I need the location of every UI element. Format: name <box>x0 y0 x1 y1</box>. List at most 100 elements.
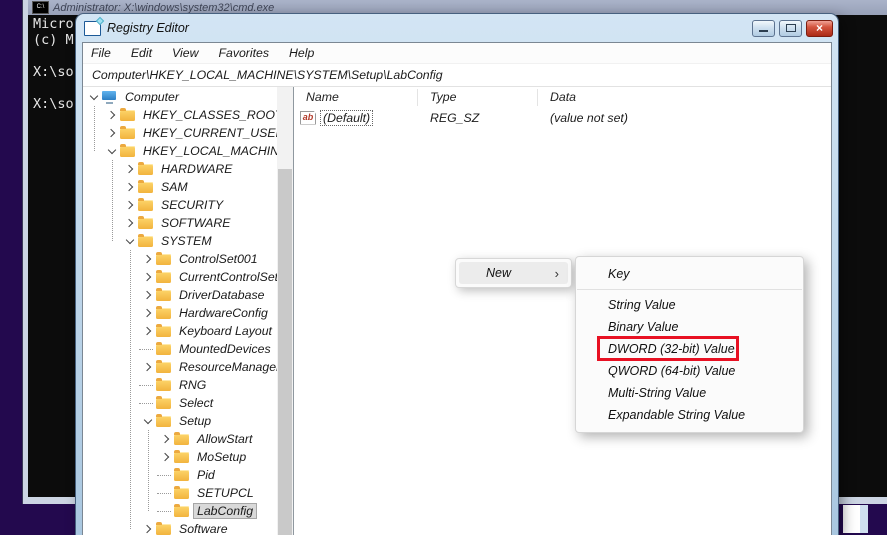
tree-item-Computer[interactable]: Computer <box>83 88 277 106</box>
tree-item-SOFTWARE[interactable]: SOFTWARE <box>83 214 277 232</box>
submenu-item-string-value[interactable]: String Value <box>576 294 803 316</box>
chevron-right-icon[interactable] <box>141 270 155 284</box>
cmd-terminal-icon: C:\ <box>32 1 49 14</box>
tree-item-HKEY_CLASSES_ROOT[interactable]: HKEY_CLASSES_ROOT <box>83 106 277 124</box>
value-data: (value not set) <box>538 111 628 125</box>
tree-item-Keyboard Layout[interactable]: Keyboard Layout <box>83 322 277 340</box>
chevron-down-icon[interactable] <box>87 90 101 104</box>
tree-item-SAM[interactable]: SAM <box>83 178 277 196</box>
address-bar[interactable]: Computer\HKEY_LOCAL_MACHINE\SYSTEM\Setup… <box>83 63 831 87</box>
chevron-right-icon[interactable] <box>141 288 155 302</box>
menu-file[interactable]: File <box>85 46 117 60</box>
menu-help[interactable]: Help <box>283 46 320 60</box>
tree-item-Setup[interactable]: Setup <box>83 412 277 430</box>
tree-item-HardwareConfig[interactable]: HardwareConfig <box>83 304 277 322</box>
tree-label: ResourceManager <box>176 360 277 374</box>
submenu-item-key[interactable]: Key <box>576 263 803 285</box>
chevron-right-icon[interactable] <box>105 126 119 140</box>
chevron-right-icon[interactable] <box>141 324 155 338</box>
tree-scrollbar[interactable] <box>277 87 293 535</box>
tree-connector <box>159 486 173 500</box>
tree-item-SECURITY[interactable]: SECURITY <box>83 196 277 214</box>
folder-icon <box>156 254 171 265</box>
submenu-item-qword-64-bit-value[interactable]: QWORD (64-bit) Value <box>576 360 803 382</box>
close-button[interactable]: × <box>806 20 833 37</box>
tree-label: SYSTEM <box>158 234 215 248</box>
folder-icon <box>174 506 189 517</box>
chevron-down-icon[interactable] <box>141 414 155 428</box>
folder-icon <box>156 326 171 337</box>
minimize-button[interactable] <box>752 20 775 37</box>
chevron-right-icon[interactable] <box>123 216 137 230</box>
tree-item-LabConfig[interactable]: LabConfig <box>83 502 277 520</box>
menu-view[interactable]: View <box>166 46 204 60</box>
submenu-item-multi-string-value[interactable]: Multi-String Value <box>576 382 803 404</box>
context-menu-item-new[interactable]: New › <box>459 262 568 284</box>
chevron-right-icon[interactable] <box>123 198 137 212</box>
tree-item-ControlSet001[interactable]: ControlSet001 <box>83 250 277 268</box>
folder-icon <box>156 362 171 373</box>
folder-icon <box>156 290 171 301</box>
submenu-item-expandable-string-value[interactable]: Expandable String Value <box>576 404 803 426</box>
tree-label: Keyboard Layout <box>176 324 275 338</box>
tree-label: Pid <box>194 468 218 482</box>
chevron-right-icon[interactable] <box>141 360 155 374</box>
column-header-type[interactable]: Type <box>418 89 538 106</box>
computer-icon <box>102 91 117 104</box>
tree-item-HKEY_LOCAL_MACHINE[interactable]: HKEY_LOCAL_MACHINE <box>83 142 277 160</box>
tree-label: Setup <box>176 414 214 428</box>
column-header-data[interactable]: Data <box>538 89 831 106</box>
folder-icon <box>156 416 171 427</box>
chevron-right-icon[interactable] <box>105 108 119 122</box>
registry-tree: ComputerHKEY_CLASSES_ROOT HKEY_CURRENT_US… <box>83 87 277 535</box>
tree-item-Select[interactable]: Select <box>83 394 277 412</box>
tree-label: Select <box>176 396 216 410</box>
tree-item-MountedDevices[interactable]: MountedDevices <box>83 340 277 358</box>
folder-icon <box>138 200 153 211</box>
tree-item-HKEY_CURRENT_USER[interactable]: HKEY_CURRENT_USER <box>83 124 277 142</box>
tree-item-Pid[interactable]: Pid <box>83 466 277 484</box>
registry-titlebar[interactable]: Registry Editor × <box>76 14 838 42</box>
folder-icon <box>156 380 171 391</box>
folder-icon <box>174 434 189 445</box>
chevron-right-icon[interactable] <box>123 162 137 176</box>
column-header-name[interactable]: Name <box>294 89 418 106</box>
cmd-titlebar[interactable]: C:\ Administrator: X:\windows\system32\c… <box>28 0 887 15</box>
folder-icon <box>156 398 171 409</box>
tree-item-MoSetup[interactable]: MoSetup <box>83 448 277 466</box>
tree-label: HKEY_CURRENT_USER <box>140 126 277 140</box>
folder-icon <box>156 308 171 319</box>
folder-icon <box>156 524 171 535</box>
terminal-output: Micro (c) M X:\so X:\so <box>33 16 74 112</box>
chevron-right-icon[interactable] <box>141 522 155 535</box>
submenu-item-binary-value[interactable]: Binary Value <box>576 316 803 338</box>
tree-label: DriverDatabase <box>176 288 267 302</box>
tree-connector <box>141 396 155 410</box>
tree-item-SYSTEM[interactable]: SYSTEM <box>83 232 277 250</box>
tree-item-AllowStart[interactable]: AllowStart <box>83 430 277 448</box>
menu-edit[interactable]: Edit <box>125 46 158 60</box>
maximize-button[interactable] <box>779 20 802 37</box>
tree-item-SETUPCL[interactable]: SETUPCL <box>83 484 277 502</box>
chevron-right-icon[interactable] <box>141 252 155 266</box>
menu-favorites[interactable]: Favorites <box>212 46 275 60</box>
tree-item-RNG[interactable]: RNG <box>83 376 277 394</box>
tree-item-CurrentControlSet[interactable]: CurrentControlSet <box>83 268 277 286</box>
minimize-icon <box>759 30 768 32</box>
value-row[interactable]: ab(Default)REG_SZ(value not set) <box>294 108 831 127</box>
tree-connector <box>141 378 155 392</box>
tree-item-HARDWARE[interactable]: HARDWARE <box>83 160 277 178</box>
chevron-right-icon[interactable] <box>141 306 155 320</box>
chevron-right-icon[interactable] <box>123 180 137 194</box>
chevron-down-icon[interactable] <box>123 234 137 248</box>
chevron-right-icon[interactable] <box>159 432 173 446</box>
tree-label: ControlSet001 <box>176 252 261 266</box>
annotation-red-box <box>597 336 739 361</box>
chevron-right-icon[interactable] <box>159 450 173 464</box>
scrollbar-thumb[interactable] <box>278 169 292 535</box>
tree-item-ResourceManager[interactable]: ResourceManager <box>83 358 277 376</box>
chevron-down-icon[interactable] <box>105 144 119 158</box>
folder-icon <box>120 146 135 157</box>
tree-item-DriverDatabase[interactable]: DriverDatabase <box>83 286 277 304</box>
tree-connector <box>141 342 155 356</box>
